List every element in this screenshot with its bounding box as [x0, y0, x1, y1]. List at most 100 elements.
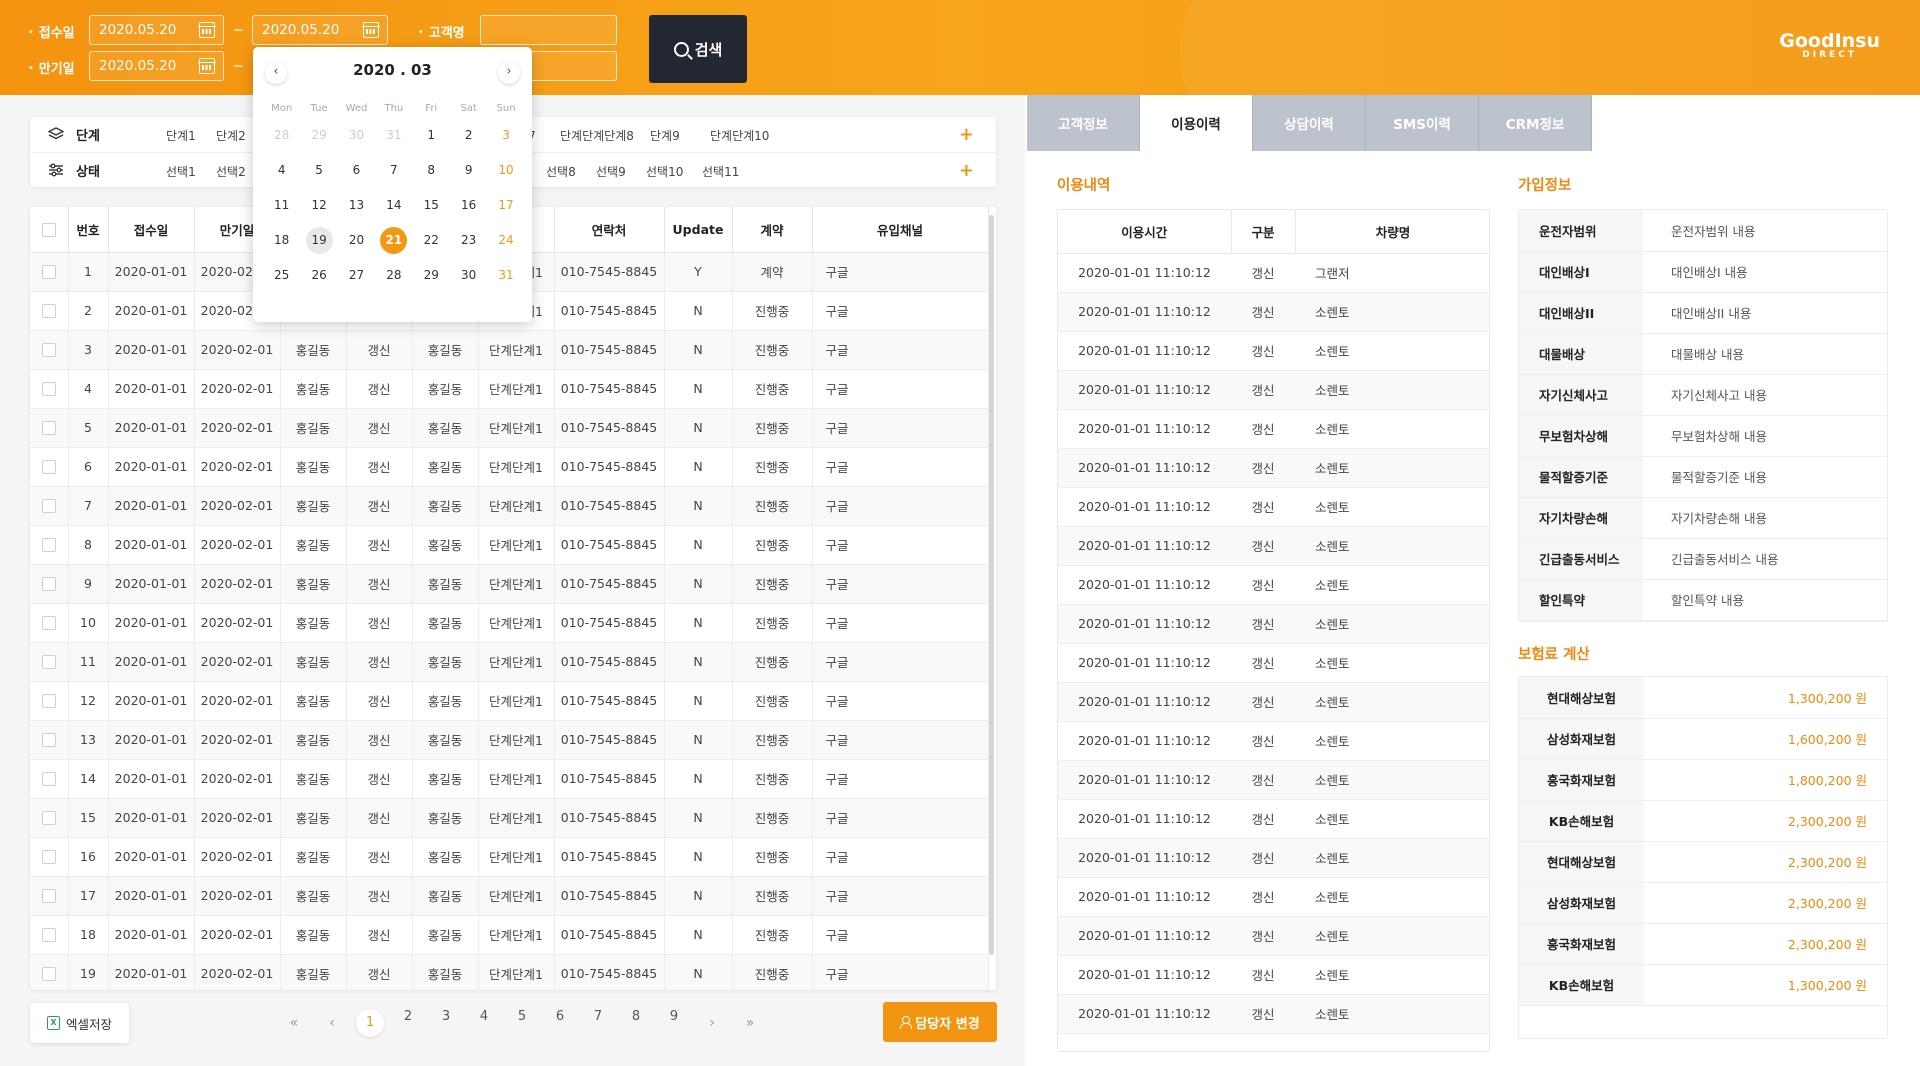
row-checkbox[interactable]: [41, 343, 56, 358]
page-button[interactable]: 5: [503, 1009, 541, 1037]
calendar-day[interactable]: 20: [338, 227, 375, 254]
row-checkbox[interactable]: [41, 889, 56, 904]
row-checkbox[interactable]: [41, 694, 56, 709]
calendar-day[interactable]: 11: [263, 192, 300, 219]
row-checkbox[interactable]: [41, 265, 56, 280]
stage-filter-option[interactable]: 단계단계단계8: [560, 127, 634, 144]
row-checkbox[interactable]: [41, 538, 56, 553]
calendar-day[interactable]: 12: [300, 192, 337, 219]
calendar-day[interactable]: 4: [263, 157, 300, 184]
select-all-checkbox[interactable]: [41, 223, 56, 237]
status-filter-option[interactable]: 선택8: [546, 163, 576, 180]
usage-row[interactable]: 2020-01-01 11:10:12 갱신 소렌토: [1058, 838, 1489, 878]
tab-3[interactable]: 상담이력: [1253, 95, 1366, 151]
table-row[interactable]: 13 2020-01-01 2020-02-01 홍길동 갱신 홍길동 단계단계1 010-7…: [30, 720, 989, 760]
calendar-day[interactable]: 19: [300, 227, 337, 254]
usage-row[interactable]: 2020-01-01 11:10:12 갱신 소렌토: [1058, 526, 1489, 566]
calendar-day[interactable]: 16: [450, 192, 487, 219]
calendar-day[interactable]: 1: [413, 122, 450, 149]
calendar-icon[interactable]: [198, 58, 216, 74]
usage-row[interactable]: 2020-01-01 11:10:12 갱신 소렌토: [1058, 682, 1489, 722]
table-row[interactable]: 16 2020-01-01 2020-02-01 홍길동 갱신 홍길동 단계단계1 010-7…: [30, 837, 989, 877]
row-checkbox[interactable]: [41, 850, 56, 865]
expire-date-from-field[interactable]: 2020.05.20: [89, 51, 224, 81]
calendar-day[interactable]: 2: [450, 122, 487, 149]
usage-row[interactable]: 2020-01-01 11:10:12 갱신 소렌토: [1058, 916, 1489, 956]
change-owner-button[interactable]: 담당자 변경: [883, 1002, 997, 1042]
calendar-day[interactable]: 5: [300, 157, 337, 184]
calendar-day[interactable]: 28: [375, 262, 412, 289]
usage-row[interactable]: 2020-01-01 11:10:12 갱신 소렌토: [1058, 955, 1489, 995]
calendar-day[interactable]: 28: [263, 122, 300, 149]
status-filter-option[interactable]: 선택11: [702, 163, 739, 180]
stage-filter-option[interactable]: 단계1: [166, 127, 196, 144]
status-add-button[interactable]: +: [959, 160, 974, 181]
page-button[interactable]: 9: [655, 1009, 693, 1037]
page-button[interactable]: 2: [389, 1009, 427, 1037]
row-checkbox[interactable]: [41, 733, 56, 748]
calendar-day[interactable]: 7: [375, 157, 412, 184]
calendar-day[interactable]: 10: [487, 157, 524, 184]
usage-row[interactable]: 2020-01-01 11:10:12 갱신 소렌토: [1058, 292, 1489, 332]
table-row[interactable]: 3 2020-01-01 2020-02-01 홍길동 갱신 홍길동 단계단계1 010-75…: [30, 330, 989, 370]
calendar-day[interactable]: 13: [338, 192, 375, 219]
page-button[interactable]: 4: [465, 1009, 503, 1037]
table-row[interactable]: 10 2020-01-01 2020-02-01 홍길동 갱신 홍길동 단계단계1 010-7…: [30, 603, 989, 643]
table-row[interactable]: 17 2020-01-01 2020-02-01 홍길동 갱신 홍길동 단계단계1 010-7…: [30, 876, 989, 916]
calendar-day[interactable]: 3: [487, 122, 524, 149]
usage-row[interactable]: 2020-01-01 11:10:12 갱신 소렌토: [1058, 994, 1489, 1034]
page-button[interactable]: 6: [541, 1009, 579, 1037]
tab-2[interactable]: 이용이력: [1140, 95, 1253, 151]
calendar-day[interactable]: 29: [413, 262, 450, 289]
first-page-button[interactable]: «: [275, 1015, 313, 1031]
row-checkbox[interactable]: [41, 967, 56, 982]
row-checkbox[interactable]: [41, 772, 56, 787]
calendar-day[interactable]: 18: [263, 227, 300, 254]
usage-row[interactable]: 2020-01-01 11:10:12 갱신 소렌토: [1058, 370, 1489, 410]
row-checkbox[interactable]: [41, 460, 56, 475]
calendar-icon[interactable]: [198, 22, 216, 38]
calendar-day[interactable]: 22: [413, 227, 450, 254]
status-filter-option[interactable]: 선택2: [216, 163, 246, 180]
page-button[interactable]: 8: [617, 1009, 655, 1037]
table-row[interactable]: 9 2020-01-01 2020-02-01 홍길동 갱신 홍길동 단계단계1 010-75…: [30, 564, 989, 604]
receipt-date-from-field[interactable]: 2020.05.20: [89, 15, 224, 45]
usage-row[interactable]: 2020-01-01 11:10:12 갱신 소렌토: [1058, 604, 1489, 644]
table-row[interactable]: 5 2020-01-01 2020-02-01 홍길동 갱신 홍길동 단계단계1 010-75…: [30, 408, 989, 448]
usage-row[interactable]: 2020-01-01 11:10:12 갱신 소렌토: [1058, 799, 1489, 839]
stage-filter-option[interactable]: 단계9: [650, 127, 680, 144]
calendar-day[interactable]: 9: [450, 157, 487, 184]
row-checkbox[interactable]: [41, 304, 56, 319]
prev-page-button[interactable]: ‹: [313, 1015, 351, 1031]
tab-5[interactable]: CRM정보: [1479, 95, 1592, 151]
status-filter-option[interactable]: 선택10: [646, 163, 683, 180]
row-checkbox[interactable]: [41, 811, 56, 826]
row-checkbox[interactable]: [41, 577, 56, 592]
usage-row[interactable]: 2020-01-01 11:10:12 갱신 소렌토: [1058, 331, 1489, 371]
calendar-icon[interactable]: [362, 22, 380, 38]
calendar-day[interactable]: 29: [300, 122, 337, 149]
table-row[interactable]: 7 2020-01-01 2020-02-01 홍길동 갱신 홍길동 단계단계1 010-75…: [30, 486, 989, 526]
table-scrollbar[interactable]: [989, 215, 994, 955]
row-checkbox[interactable]: [41, 382, 56, 397]
page-button[interactable]: 7: [579, 1009, 617, 1037]
row-checkbox[interactable]: [41, 499, 56, 514]
page-button[interactable]: 3: [427, 1009, 465, 1037]
calendar-day[interactable]: 30: [450, 262, 487, 289]
usage-row[interactable]: 2020-01-01 11:10:12 갱신 소렌토: [1058, 877, 1489, 917]
page-button[interactable]: 1: [351, 1009, 389, 1037]
receipt-date-to-field[interactable]: 2020.05.20: [252, 15, 388, 45]
table-row[interactable]: 14 2020-01-01 2020-02-01 홍길동 갱신 홍길동 단계단계1 010-7…: [30, 759, 989, 799]
calendar-day[interactable]: 15: [413, 192, 450, 219]
calendar-day[interactable]: 26: [300, 262, 337, 289]
table-row[interactable]: 11 2020-01-01 2020-02-01 홍길동 갱신 홍길동 단계단계1 010-7…: [30, 642, 989, 682]
table-row[interactable]: 8 2020-01-01 2020-02-01 홍길동 갱신 홍길동 단계단계1 010-75…: [30, 525, 989, 565]
status-filter-option[interactable]: 선택9: [596, 163, 626, 180]
table-row[interactable]: 19 2020-01-01 2020-02-01 홍길동 갱신 홍길동 단계단계1 010-7…: [30, 954, 989, 990]
last-page-button[interactable]: »: [731, 1015, 769, 1031]
usage-row[interactable]: 2020-01-01 11:10:12 갱신 소렌토: [1058, 448, 1489, 488]
stage-filter-option[interactable]: 단계2: [216, 127, 246, 144]
customer-name-input[interactable]: [480, 15, 617, 45]
tab-1[interactable]: 고객정보: [1027, 95, 1140, 151]
usage-row[interactable]: 2020-01-01 11:10:12 갱신 소렌토: [1058, 409, 1489, 449]
